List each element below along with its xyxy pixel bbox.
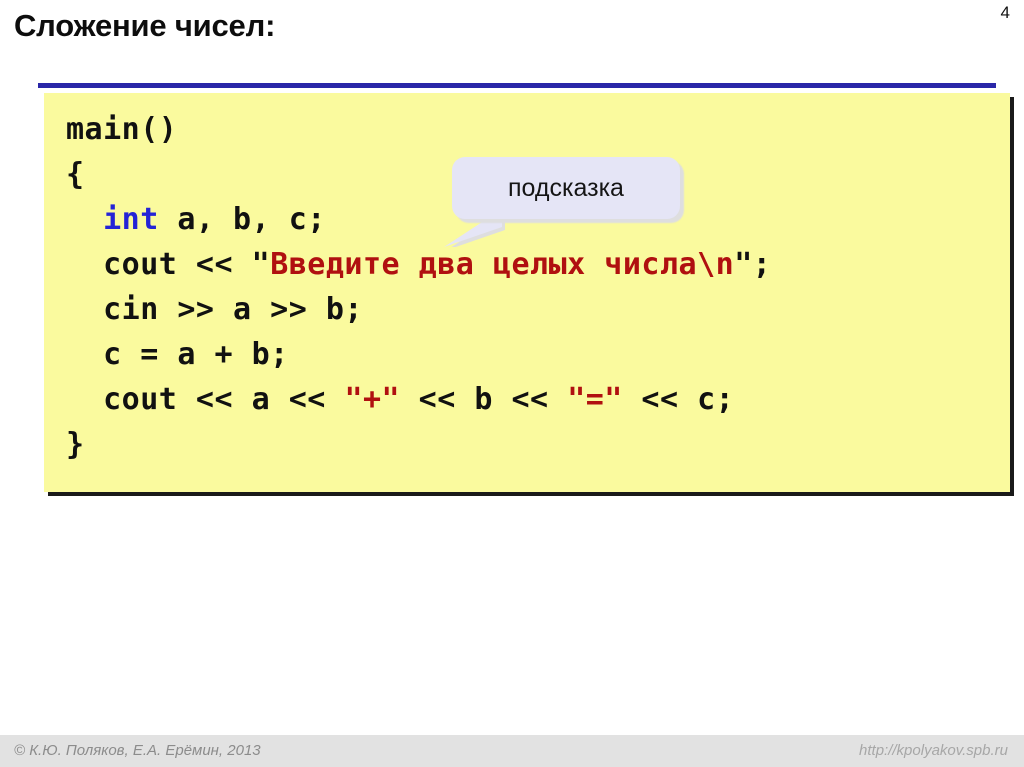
page-number: 4 [1000, 3, 1010, 22]
callout-label: подсказка [508, 173, 624, 202]
footer-bar: © К.Ю. Поляков, Е.А. Ерёмин, 2013 http:/… [0, 735, 1024, 767]
code-token-plain: "; [734, 247, 772, 282]
code-token-plain: } [66, 427, 85, 462]
code-line: cin >> a >> b; [66, 287, 771, 332]
code-panel: main() { int a, b, c; cout << "Введите дв… [44, 93, 1014, 496]
code-line: c = a + b; [66, 332, 771, 377]
code-line: cout << "Введите два целых числа\n"; [66, 242, 771, 287]
code-panel-surface: main() { int a, b, c; cout << "Введите дв… [44, 93, 1010, 492]
code-line: } [66, 422, 771, 467]
code-token-plain: cout << " [66, 247, 271, 282]
footer-copyright: © К.Ю. Поляков, Е.А. Ерёмин, 2013 [14, 742, 261, 759]
code-token-plain: << c; [622, 382, 735, 417]
code-token-keyword: int [103, 202, 159, 237]
footer-url[interactable]: http://kpolyakov.spb.ru [859, 742, 1008, 759]
code-token-plain: a, b, c; [158, 202, 326, 237]
code-line: main() [66, 107, 771, 152]
title-divider-rule [38, 83, 996, 88]
code-token-string: "=" [567, 382, 623, 417]
page-title: Сложение чисел: [14, 8, 276, 43]
slide-canvas: 4 Сложение чисел: main() { int a, b, c; c… [0, 0, 1024, 767]
code-token-plain: cout << a << [66, 382, 345, 417]
code-line: cout << a << "+" << b << "=" << c; [66, 377, 771, 422]
code-token-string: "+" [344, 382, 401, 417]
code-token-string: Введите два целых числа\n [270, 247, 735, 282]
hint-callout: подсказка [444, 157, 684, 247]
code-token-plain: { [66, 157, 85, 192]
code-token-plain: cin >> a >> b; [66, 292, 363, 327]
code-token-plain: << b << [400, 382, 568, 417]
callout-body: подсказка [452, 157, 680, 219]
code-token-plain: c = a + b; [66, 337, 289, 372]
code-token-plain: main() [66, 112, 178, 147]
